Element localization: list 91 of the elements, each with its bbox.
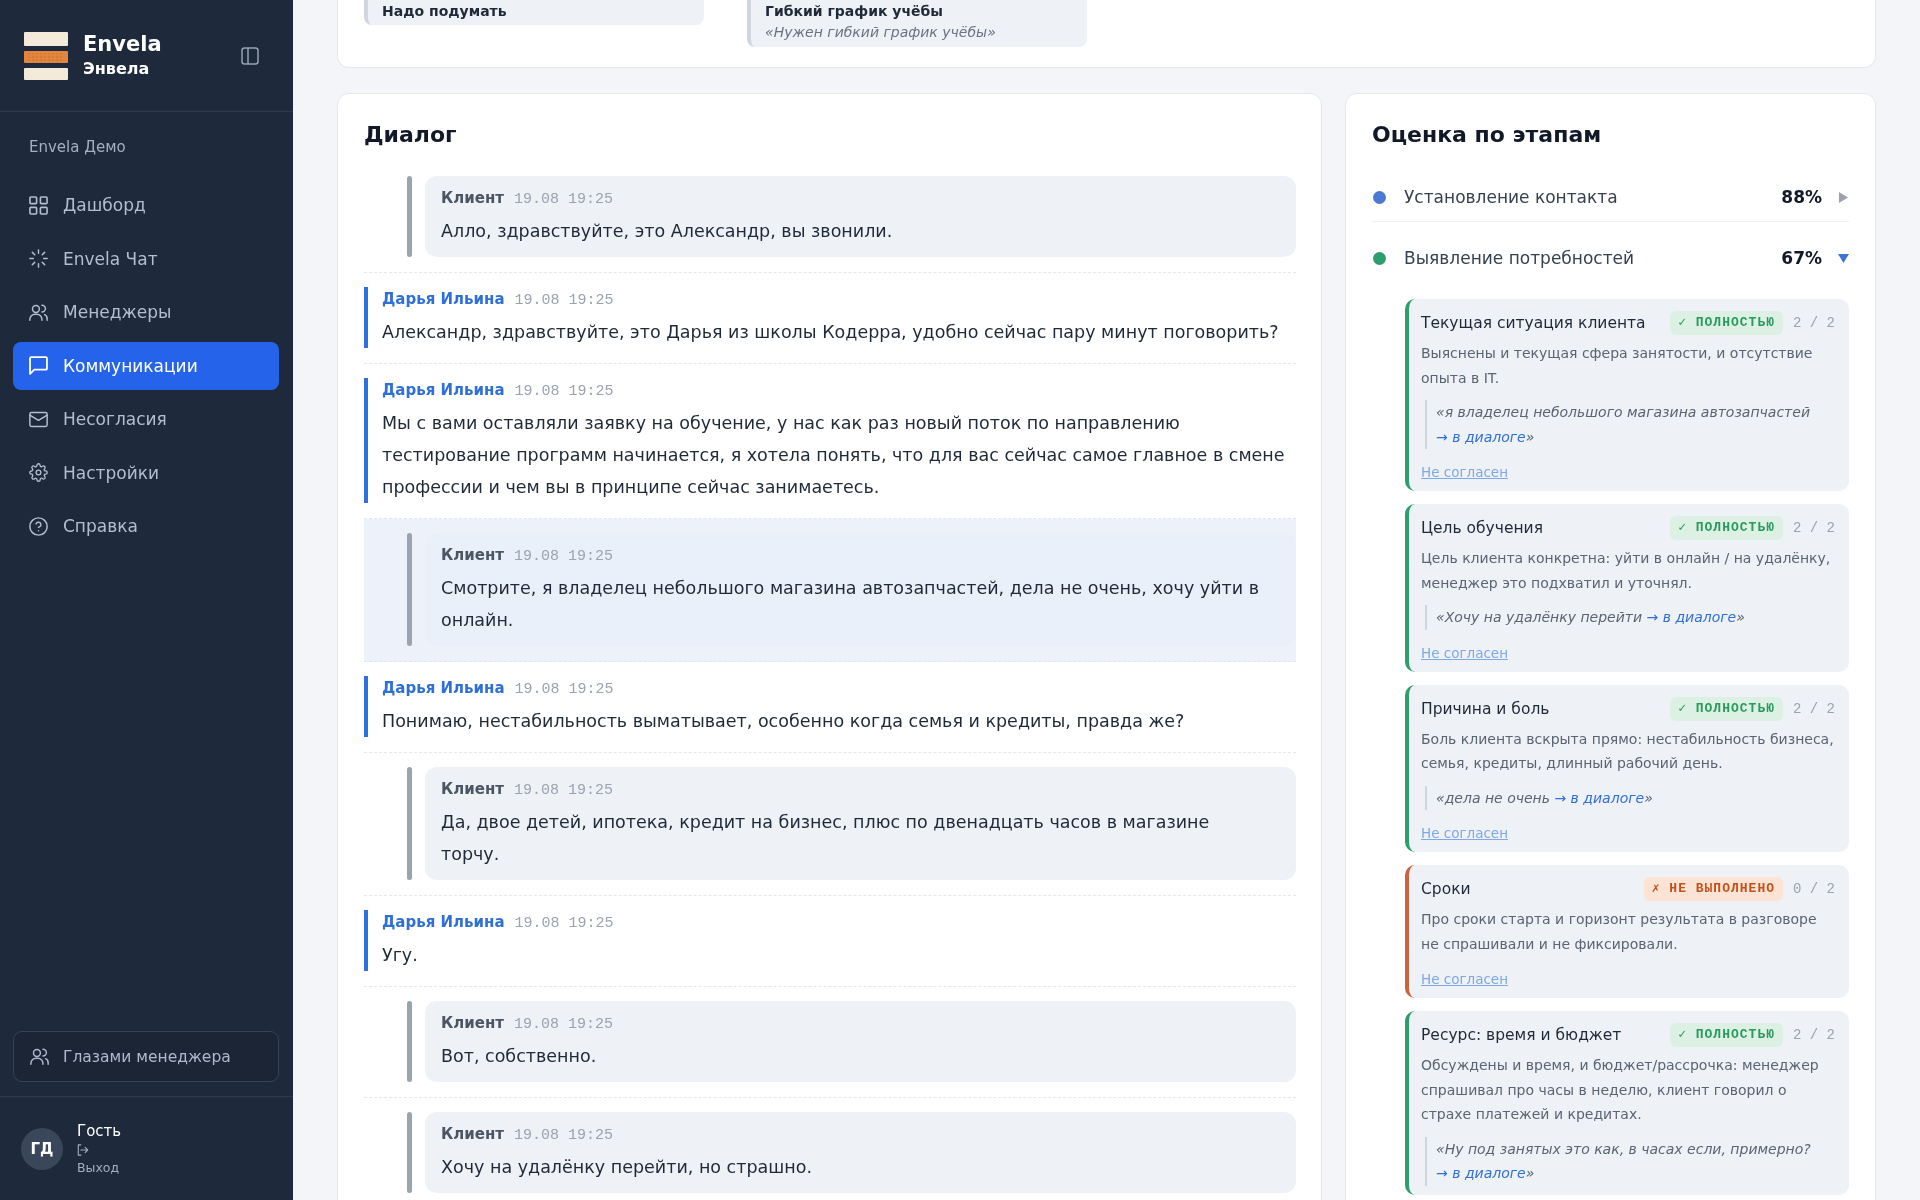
nav-item[interactable]: Настройки [13, 448, 279, 497]
dialog-link[interactable]: → в диалоге [1436, 1165, 1526, 1181]
score-count: 0 / 2 [1793, 881, 1835, 897]
criterion-description: Выяснены и текущая сфера занятости, и отсутствие опыта в IT. [1421, 344, 1814, 388]
message-time: 19.08 19:25 [514, 914, 614, 934]
evidence-quote: «Хочу на удалёнку перейти → в диалоге» [1425, 605, 1835, 630]
nav-item[interactable]: Коммуникации [13, 341, 279, 390]
message-text: Хочу на удалёнку перейти, но страшно. [441, 1156, 813, 1179]
status-badge: ✓ ПОЛНОСТЬЮ [1670, 311, 1783, 335]
status-badge: ✓ ПОЛНОСТЬЮ [1670, 696, 1783, 721]
criterion-description: Боль клиента вскрыта прямо: нестабильность бизнеса, семья, кредиты, длинный рабочий день. [1421, 729, 1835, 773]
status-badge: ✗ НЕ ВЫПОЛНЕНО [1643, 877, 1783, 901]
logo-icon [24, 31, 68, 80]
message-time: 19.08 19:25 [514, 1126, 614, 1146]
criterion-title: Текущая ситуация клиента [1421, 313, 1647, 334]
spinner-icon [29, 249, 48, 268]
settings-icon [29, 463, 48, 482]
speaker-name: Клиент [441, 1124, 504, 1145]
stage-score: 88% [1781, 186, 1822, 209]
nav-item[interactable]: Справка [13, 502, 279, 550]
message-text: Да, двое детей, ипотека, кредит на бизнес, плюс по двенадцать часов в магазине торчу. [441, 811, 1211, 866]
objection-quote: «Нужен гибкий график учёбы» [765, 23, 997, 42]
message-text: Смотрите, я владелец небольшого магазина автозапчастей, дела не очень, хочу уйти в онлайн. [441, 577, 1260, 632]
message-text: Понимаю, нестабильность выматывает, особенно когда семья и кредиты, правда же? [382, 710, 1186, 733]
score-count: 2 / 2 [1793, 1027, 1835, 1043]
brand-name: Envela [83, 31, 162, 58]
users-icon [30, 1047, 49, 1066]
dialog-link[interactable]: → в диалоге [1646, 609, 1737, 625]
score-count: 2 / 2 [1793, 700, 1835, 717]
nav-item[interactable]: Несогласия [13, 395, 279, 443]
objection-title: Надо подумать [382, 2, 508, 21]
stage-name: Выявление потребностей [1404, 247, 1636, 270]
chat-icon [29, 356, 48, 375]
message-time: 19.08 19:25 [514, 781, 614, 801]
message-text: Мы с вами оставляли заявку на обучение, у нас как раз новый поток по направлению тестирование программ начинается, я хотела понять, что для вас сейчас самое главное в смене профессии и чем вы в принципе сейчас занимаетесь. [382, 412, 1286, 499]
dialog-title: Диалог [364, 121, 458, 149]
score-count: 2 / 2 [1793, 315, 1835, 331]
sidebar-toggle-icon[interactable] [241, 46, 259, 65]
grid-icon [29, 195, 48, 215]
message-time: 19.08 19:25 [514, 291, 614, 311]
workspace-name: Envela Демо [29, 137, 127, 158]
criterion-title: Цель обучения [1421, 518, 1544, 539]
caret-icon[interactable] [1838, 252, 1849, 264]
nav-item[interactable]: Envela Чат [13, 234, 279, 283]
users-icon [29, 302, 48, 322]
message-text: Вот, собственно. [441, 1045, 598, 1068]
message-text: Александр, здравствуйте, это Дарья из школы Кодерра, удобно сейчас пару минут поговорить? [382, 321, 1280, 344]
message-text: Угу. [382, 944, 419, 967]
speaker-name: Дарья Ильина [382, 912, 505, 933]
criterion-description: Про сроки старта и горизонт результата в разговоре не спрашивали и не фиксировали. [1421, 910, 1818, 954]
stages-title: Оценка по этапам [1372, 121, 1603, 149]
stage-score: 67% [1781, 247, 1822, 270]
speaker-name: Клиент [441, 545, 504, 566]
message-time: 19.08 19:25 [514, 190, 614, 210]
message-time: 19.08 19:25 [514, 382, 614, 402]
logout-link[interactable]: Выход [77, 1142, 122, 1176]
stage-name: Установление контакта [1404, 186, 1619, 209]
speaker-name: Клиент [441, 1013, 504, 1034]
message-time: 19.08 19:25 [514, 547, 614, 567]
speaker-name: Клиент [441, 779, 504, 800]
speaker-name: Клиент [441, 188, 504, 209]
evidence-quote: «дела не очень → в диалоге» [1425, 785, 1835, 810]
nav-item[interactable]: Менеджеры [13, 288, 279, 336]
nav-item[interactable]: Дашборд [13, 181, 279, 229]
dialog-link[interactable]: → в диалоге [1554, 789, 1645, 806]
mail-icon [29, 409, 48, 429]
message-text: Алло, здравствуйте, это Александр, вы звонили. [441, 220, 894, 243]
speaker-name: Дарья Ильина [382, 380, 505, 401]
objection-title: Гибкий график учёбы [765, 2, 945, 21]
score-count: 2 / 2 [1793, 520, 1835, 536]
evidence-quote: «Ну под занятых это как, в часах если, примерно? → в диалоге» [1425, 1136, 1835, 1186]
evidence-quote: «я владелец небольшого магазина автозапчастей → в диалоге» [1425, 400, 1835, 449]
avatar: ГД [21, 1127, 63, 1170]
status-badge: ✓ ПОЛНОСТЬЮ [1670, 1023, 1783, 1047]
status-badge: ✓ ПОЛНОСТЬЮ [1670, 516, 1783, 540]
help-icon [29, 516, 48, 536]
view-as-manager-button[interactable]: Глазами менеджера [13, 1031, 279, 1082]
user-name: Гость [77, 1121, 122, 1142]
brand-subtitle: Энвела [83, 58, 151, 80]
caret-icon[interactable] [1838, 191, 1849, 203]
dialog-link[interactable]: → в диалоге [1436, 428, 1526, 445]
message-time: 19.08 19:25 [514, 680, 614, 700]
message-time: 19.08 19:25 [514, 1015, 614, 1035]
criterion-description: Цель клиента конкретна: уйти в онлайн / на удалёнку, менеджер это подхватил и уточнял. [1421, 549, 1832, 593]
criterion-description: Обсуждены и время, и бюджет/рассрочка: менеджер спрашивал про часы в неделю, клиент говорил о страхе платежей и кредитах. [1421, 1056, 1820, 1124]
speaker-name: Дарья Ильина [382, 678, 505, 699]
criterion-title: Ресурс: время и бюджет [1421, 1025, 1623, 1046]
logout-icon [77, 1144, 89, 1156]
criterion-title: Причина и боль [1421, 698, 1551, 720]
speaker-name: Дарья Ильина [382, 289, 505, 310]
criterion-title: Сроки [1421, 879, 1472, 900]
